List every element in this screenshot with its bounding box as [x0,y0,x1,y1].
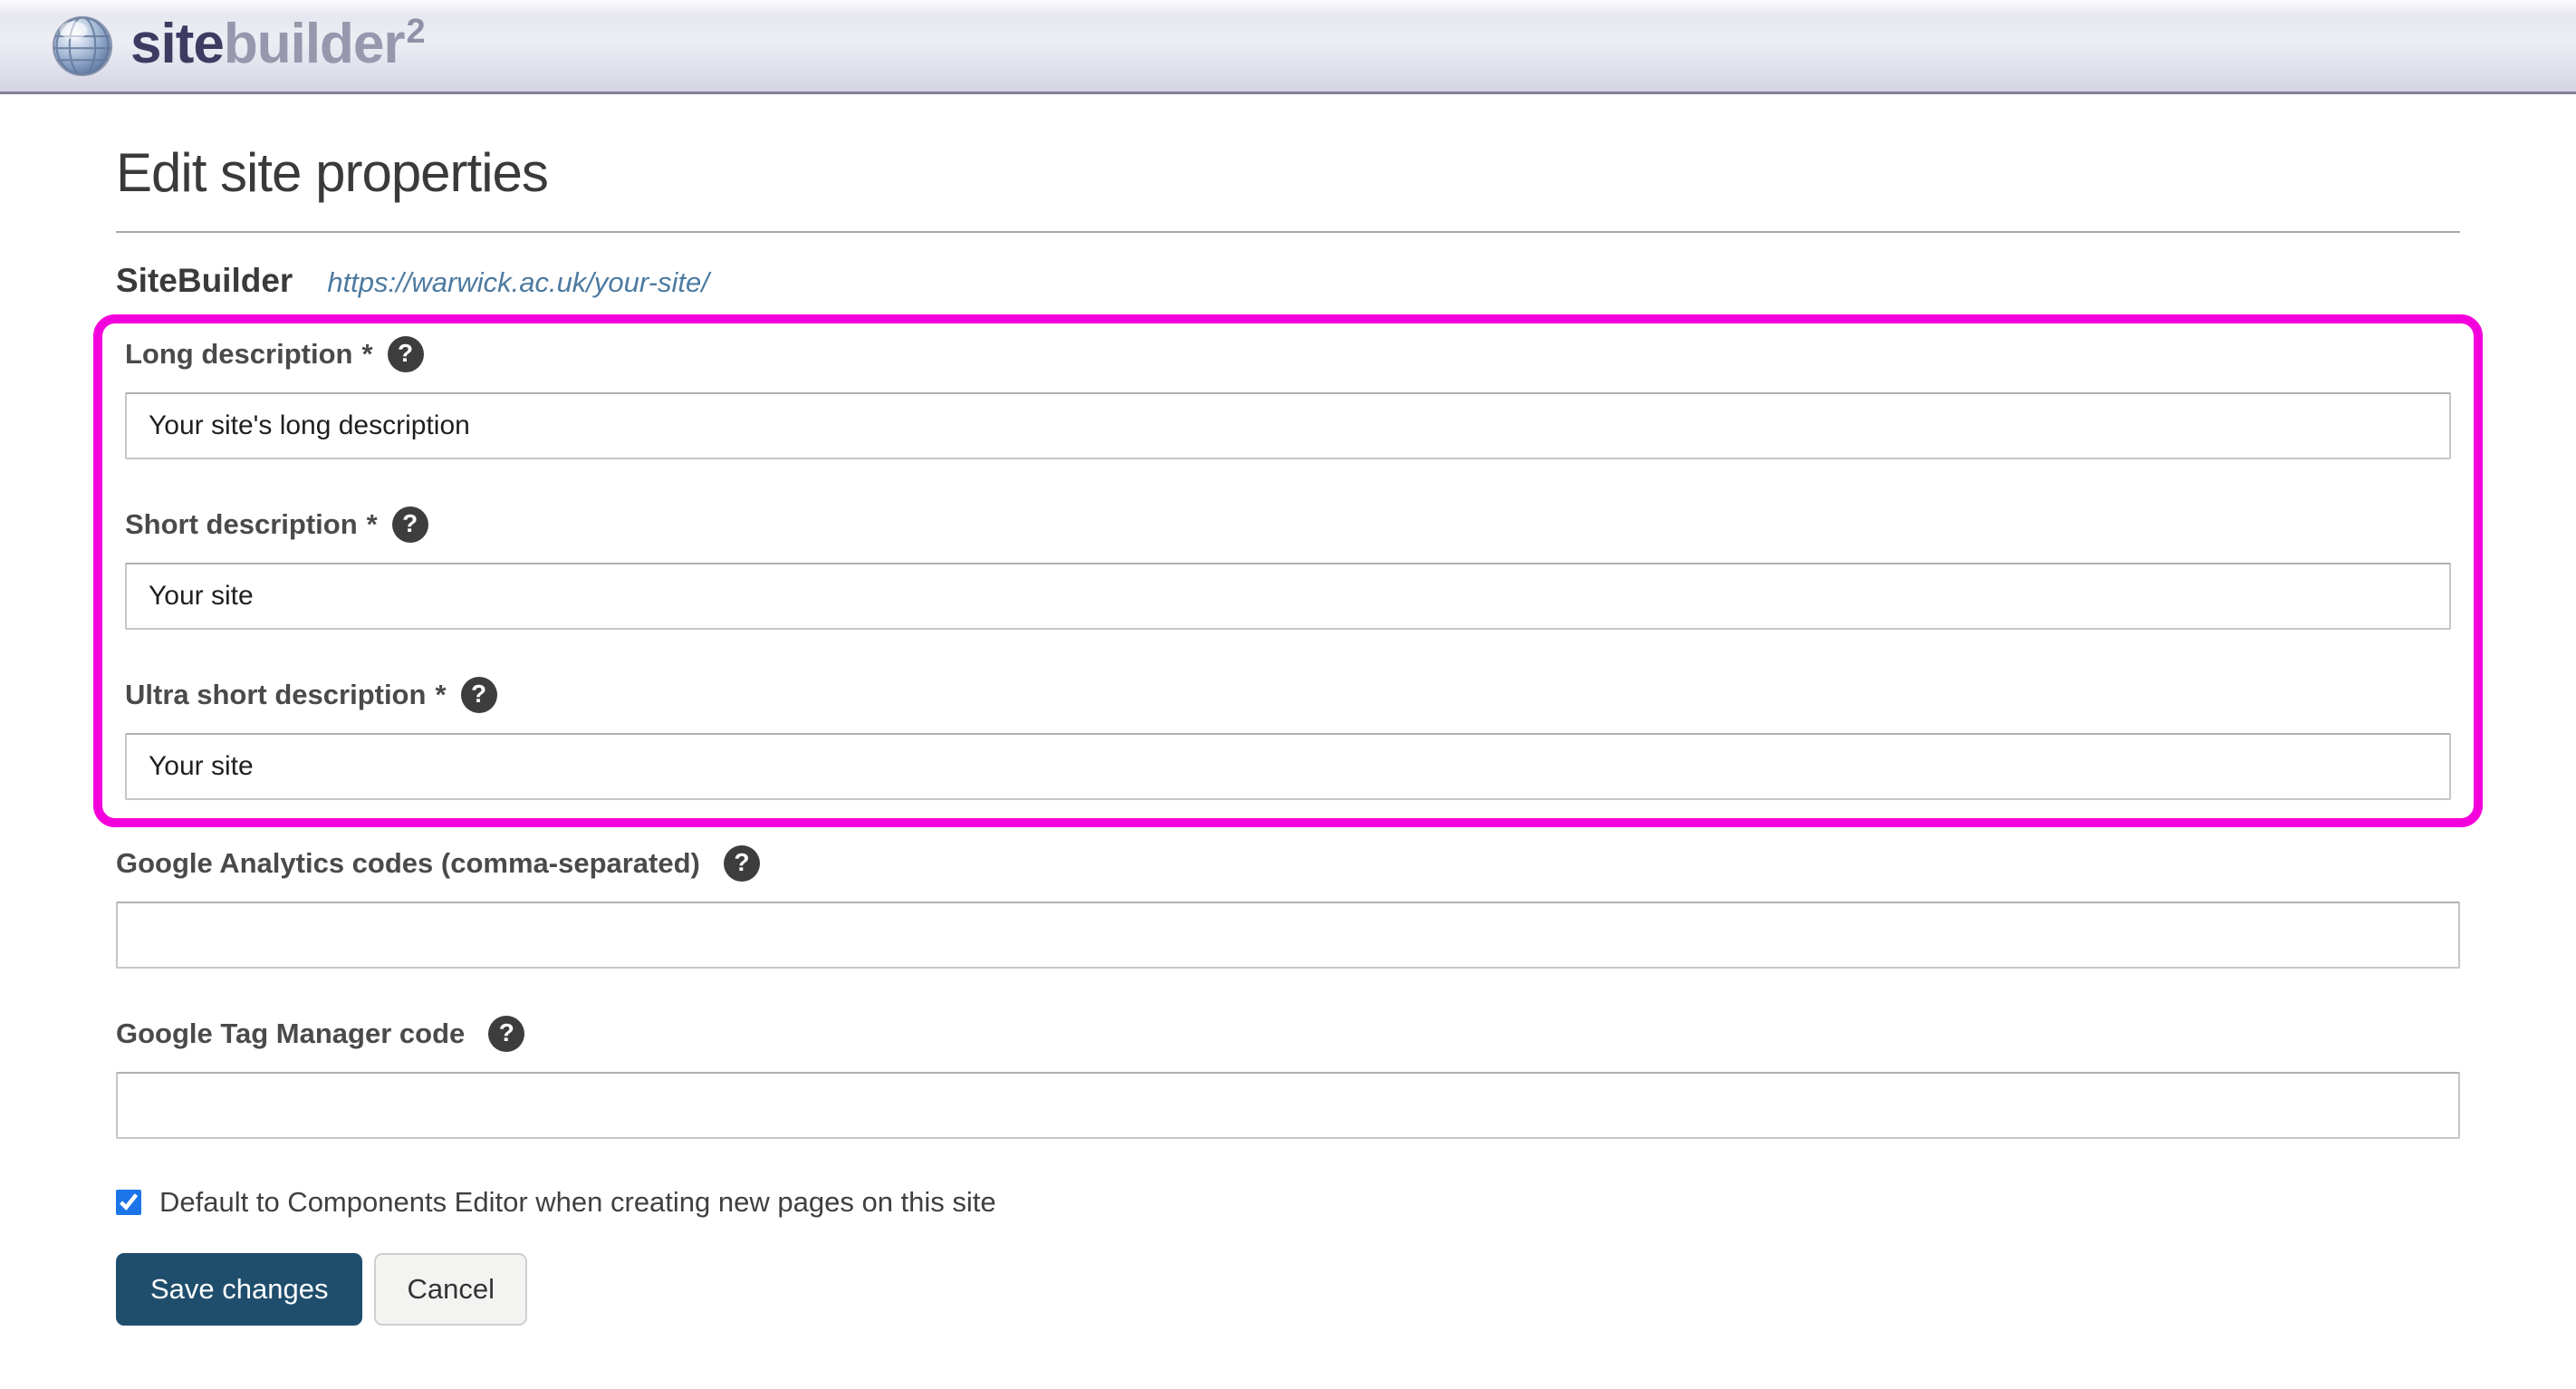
logo-word-site: site [130,13,224,75]
site-url-link[interactable]: https://warwick.ac.uk/your-site/ [327,266,709,299]
components-editor-checkbox-label[interactable]: Default to Components Editor when creati… [159,1186,996,1219]
site-name: SiteBuilder [116,262,293,300]
logo-wordmark: sitebuilder2 [130,14,425,78]
required-asterisk: * [435,679,446,711]
logo-superscript: 2 [407,13,425,51]
google-analytics-input[interactable] [116,902,2460,969]
highlight-annotation-box: Long description * ? Short description *… [93,314,2483,827]
help-icon[interactable]: ? [392,506,428,543]
edit-site-properties-form: Edit site properties SiteBuilder https:/… [0,141,2576,1326]
help-icon[interactable]: ? [488,1016,524,1052]
field-label-row: Google Analytics codes (comma-separated)… [116,844,2460,883]
google-analytics-label: Google Analytics codes (comma-separated) [116,847,700,880]
field-label-row: Long description * ? [125,334,2451,374]
short-description-label: Short description [125,508,358,541]
field-group-google-tag-manager: Google Tag Manager code ? [116,1014,2460,1139]
required-asterisk: * [361,338,372,371]
save-changes-button[interactable]: Save changes [116,1253,362,1326]
help-icon[interactable]: ? [724,845,760,882]
components-editor-checkbox-row: Default to Components Editor when creati… [116,1186,2460,1219]
field-group-long-description: Long description * ? [125,334,2451,459]
components-editor-checkbox[interactable] [116,1190,141,1215]
field-group-google-analytics: Google Analytics codes (comma-separated)… [116,844,2460,969]
long-description-label: Long description [125,338,352,371]
logo-word-builder: builder [224,13,405,75]
short-description-input[interactable] [125,563,2451,630]
required-asterisk: * [367,508,378,541]
help-icon[interactable]: ? [461,677,497,713]
field-label-row: Ultra short description * ? [125,675,2451,715]
globe-icon [51,14,114,78]
page-title: Edit site properties [116,141,2460,204]
cancel-button[interactable]: Cancel [374,1253,527,1326]
site-identity-row: SiteBuilder https://warwick.ac.uk/your-s… [116,262,2460,300]
field-label-row: Short description * ? [125,505,2451,545]
field-group-ultra-short-description: Ultra short description * ? [125,675,2451,800]
title-divider [116,231,2460,233]
long-description-input[interactable] [125,392,2451,459]
form-actions: Save changes Cancel [116,1253,2460,1326]
field-label-row: Google Tag Manager code ? [116,1014,2460,1054]
ultra-short-description-input[interactable] [125,733,2451,800]
sitebuilder-logo[interactable]: sitebuilder2 [51,14,425,78]
google-tag-manager-input[interactable] [116,1072,2460,1139]
ultra-short-description-label: Ultra short description [125,679,426,711]
field-group-short-description: Short description * ? [125,505,2451,630]
google-tag-manager-label: Google Tag Manager code [116,1018,465,1050]
help-icon[interactable]: ? [388,336,424,372]
app-header: sitebuilder2 [0,0,2576,94]
